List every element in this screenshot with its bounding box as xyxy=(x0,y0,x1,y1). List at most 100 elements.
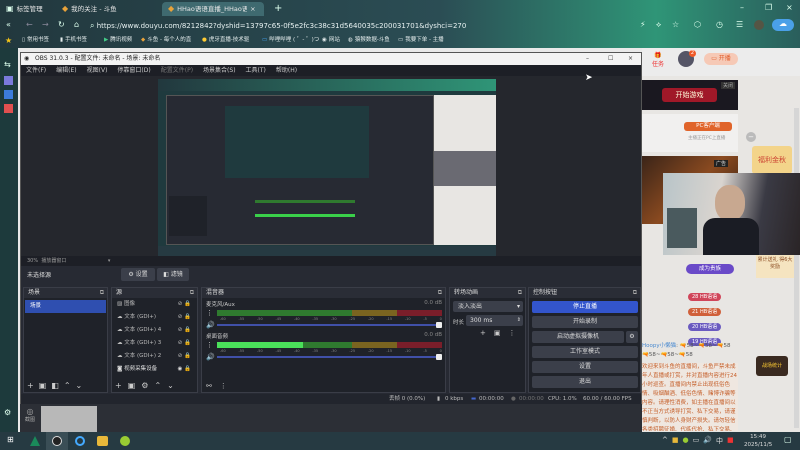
go-live-button[interactable]: ▭ 开播 xyxy=(704,53,738,65)
obs-taskbar-button[interactable] xyxy=(46,432,68,450)
volume-icon[interactable]: 🔊 xyxy=(703,436,712,446)
clock[interactable]: 15:49 2025/11/5 xyxy=(744,433,772,449)
bookmark-item[interactable]: ▮ 手机书签 xyxy=(60,35,87,46)
star-icon[interactable]: ★ xyxy=(5,36,12,45)
menu-profile[interactable]: 配置文件(P) xyxy=(161,65,193,76)
start-virtual-camera-button[interactable]: 启动虚拟摄像机 xyxy=(532,331,624,343)
app-icon[interactable] xyxy=(4,90,13,99)
home-icon[interactable]: ⌂ xyxy=(74,20,79,29)
studio-mode-button[interactable]: 工作室模式 xyxy=(532,346,638,358)
filter-icon[interactable]: ◧ xyxy=(51,381,59,390)
menu-help[interactable]: 帮助(H) xyxy=(276,65,297,76)
chevron-down-icon[interactable]: ▾ xyxy=(108,258,111,264)
more-icon[interactable]: ⋮ xyxy=(220,382,227,390)
visibility-hidden-icon[interactable]: ⊘ 🔒 xyxy=(178,324,191,337)
source-item[interactable]: ☁ 文本 (GDI+) 3 ⊘ 🔒 xyxy=(112,337,197,350)
settings-button[interactable]: 设置 xyxy=(532,361,638,373)
visibility-hidden-icon[interactable]: ⊘ 🔒 xyxy=(178,311,191,324)
visibility-hidden-icon[interactable]: ⊘ 🔒 xyxy=(178,298,191,311)
browser-icon[interactable] xyxy=(75,436,85,446)
more-icon[interactable]: ⋮ xyxy=(509,329,516,337)
lightning-icon[interactable]: ⚡ xyxy=(640,20,646,29)
remove-icon[interactable]: ▣ xyxy=(39,381,47,390)
app-icon[interactable] xyxy=(120,436,130,446)
menu-edit[interactable]: 编辑(E) xyxy=(56,65,76,76)
menu-tools[interactable]: 工具(T) xyxy=(246,65,266,76)
menu-scene-collection[interactable]: 场景集合(S) xyxy=(203,65,236,76)
more-icon[interactable]: ⋮ xyxy=(206,341,214,349)
add-icon[interactable]: + xyxy=(27,381,34,390)
bookmark-item[interactable]: ◆ 斗鱼 - 每个人的直 xyxy=(141,35,191,46)
bookmark-item[interactable]: ● 虎牙直播-技术驱 xyxy=(202,35,249,46)
zoom-level[interactable]: 30% xyxy=(27,258,38,264)
gear-icon[interactable]: ⚙ xyxy=(141,381,148,390)
promo-banner[interactable]: 福利金秋 xyxy=(752,146,792,174)
scene-item[interactable]: 场景 xyxy=(25,300,106,313)
speaker-icon[interactable]: 🔊 xyxy=(206,353,215,361)
bookmark-item[interactable]: ▯ 常用书签 xyxy=(22,35,49,46)
source-item[interactable]: ☁ 文本 (GDI+) ⊘ 🔒 xyxy=(112,311,197,324)
app-icon[interactable] xyxy=(4,76,13,85)
popout-icon[interactable]: ⧉ xyxy=(438,288,442,298)
preview-area[interactable] xyxy=(21,76,641,256)
close-tab-icon[interactable]: × xyxy=(250,2,255,16)
new-tab-icon[interactable]: + xyxy=(274,3,282,14)
visibility-hidden-icon[interactable]: ⊘ 🔒 xyxy=(178,337,191,350)
preview-canvas[interactable] xyxy=(158,79,496,256)
app-icon[interactable] xyxy=(30,436,40,446)
stop-streaming-button[interactable]: 停止直播 xyxy=(532,301,638,313)
link-icon[interactable]: ⚯ xyxy=(206,382,212,390)
scrollbar[interactable] xyxy=(794,108,799,428)
bookmark-item[interactable]: ▭ 哔哩哔哩 ( ゜- ゜)つ xyxy=(262,35,319,46)
add-icon[interactable]: + xyxy=(115,381,122,390)
move-up-icon[interactable]: ⌃ xyxy=(64,381,71,390)
preview-mode-select[interactable]: 播放器窗口 xyxy=(41,258,66,264)
bookmark-item[interactable]: ▶ 腾讯视频 xyxy=(104,35,132,46)
tab-live-room[interactable]: ◆HHao语语直播_HHao语语i× xyxy=(162,2,264,16)
stepper-icon[interactable]: ⇕ xyxy=(517,315,521,326)
close-icon[interactable]: × xyxy=(786,3,793,12)
visibility-icon[interactable]: ◉ 🔒 xyxy=(178,363,191,376)
transition-select[interactable]: 淡入淡出 ▾ xyxy=(453,301,523,312)
popout-icon[interactable]: ⧉ xyxy=(100,288,104,298)
history-icon[interactable]: ◷ xyxy=(716,20,723,29)
cloud-icon[interactable]: ☁ xyxy=(772,19,794,31)
event-logo[interactable]: 战场统计 xyxy=(756,356,788,376)
duration-input[interactable]: 300 ms ⇕ xyxy=(466,315,523,326)
tab-bookmark-manager[interactable]: ▣ 标签管理 xyxy=(6,2,43,16)
speaker-icon[interactable]: 🔊 xyxy=(206,321,215,329)
move-up-icon[interactable]: ⌃ xyxy=(154,381,161,390)
app-icon[interactable] xyxy=(4,104,13,113)
popout-icon[interactable]: ⧉ xyxy=(190,288,194,298)
move-down-icon[interactable]: ⌄ xyxy=(167,381,174,390)
exit-button[interactable]: 退出 xyxy=(532,376,638,388)
tray-app-icon[interactable]: ■ xyxy=(672,436,679,446)
chevron-up-icon[interactable]: ^ xyxy=(662,436,668,446)
source-item[interactable]: ☁ 文本 (GDI+) 4 ⊘ 🔒 xyxy=(112,324,197,337)
bookmark-item[interactable]: ◉ 网站 xyxy=(322,35,340,46)
tab-my-follows[interactable]: ◆ 我的关注 - 斗鱼 xyxy=(62,2,117,16)
properties-button[interactable]: ⚙ 设置 xyxy=(121,268,155,281)
bookmark-item[interactable]: ▭ 我要下单 - 主播 xyxy=(398,35,444,46)
extension-icon[interactable]: ⬡ xyxy=(694,20,701,29)
swap-icon[interactable]: ⇆ xyxy=(4,60,11,69)
game-ad-banner[interactable]: 开始游戏 关闭 xyxy=(642,80,738,110)
screenshot-tool[interactable]: ◎ 截图 xyxy=(25,407,35,423)
more-icon[interactable]: ⋮ xyxy=(206,309,214,317)
address-bar[interactable]: ⌕ https://www.douyu.com/8212842?dyshid=1… xyxy=(90,19,710,32)
source-item[interactable]: ▨ 图像 ⊘ 🔒 xyxy=(112,298,197,311)
screenshot-thumbnail[interactable] xyxy=(41,406,97,432)
network-icon[interactable]: ▭ xyxy=(693,436,700,446)
popout-icon[interactable]: ⧉ xyxy=(518,288,522,298)
pc-client-button[interactable]: PC客户端 xyxy=(684,122,732,131)
minimize-icon[interactable]: – xyxy=(740,3,744,12)
ime-indicator[interactable]: 中 xyxy=(716,436,723,446)
popout-icon[interactable]: ⧉ xyxy=(633,288,637,298)
avatar[interactable] xyxy=(754,20,764,30)
tray-app-icon[interactable]: ■ xyxy=(727,436,734,446)
share-icon[interactable]: ⟡ xyxy=(656,20,661,30)
remove-icon[interactable]: ▣ xyxy=(128,381,136,390)
menu-icon[interactable]: ☰ xyxy=(736,20,743,29)
task-button[interactable]: 🎁 任务 xyxy=(652,52,664,68)
douyu-app-icon[interactable] xyxy=(97,436,108,446)
